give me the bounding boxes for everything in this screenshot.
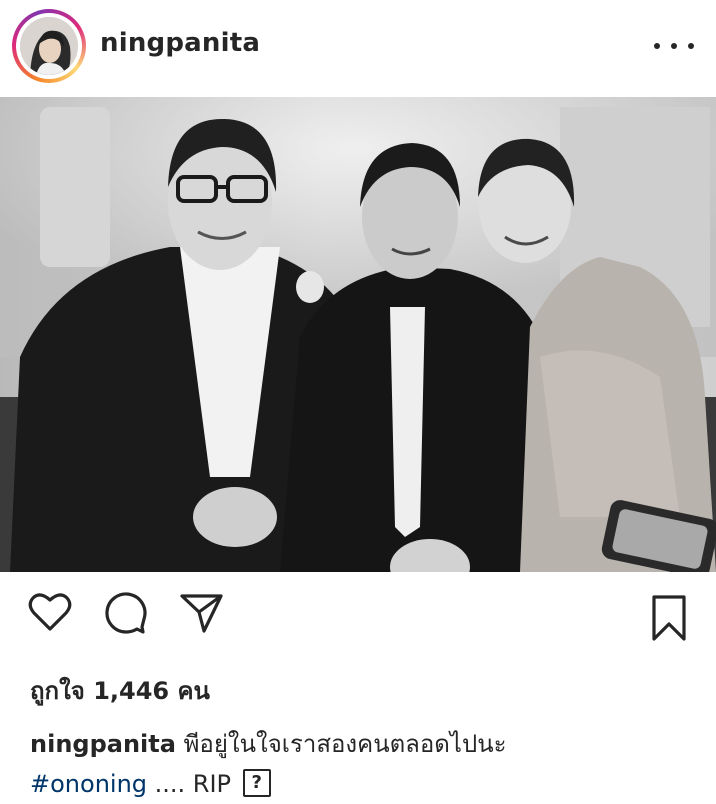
post-photo-image [0, 97, 716, 572]
more-horizontal-icon[interactable] [654, 36, 694, 56]
bookmark-icon[interactable] [651, 594, 687, 646]
caption-username[interactable]: ningpanita [30, 730, 176, 758]
post-caption: ningpanita พีอยู่ในใจเราสองคนตลอดไปนะ #o… [30, 724, 700, 804]
post-header: ningpanita [0, 0, 716, 97]
post-photo[interactable] [0, 97, 716, 572]
unknown-glyph-icon: ? [242, 769, 271, 797]
avatar[interactable] [12, 9, 86, 83]
heart-icon[interactable] [28, 592, 72, 636]
avatar-photo [20, 17, 78, 75]
caption-trailing: .... RIP [154, 770, 232, 798]
post-username[interactable]: ningpanita [100, 28, 260, 58]
comment-icon[interactable] [104, 591, 148, 639]
like-count[interactable]: ถูกใจ 1,446 คน [30, 671, 210, 710]
caption-hashtag[interactable]: #ononing [30, 770, 147, 798]
send-icon[interactable] [180, 592, 224, 638]
post-actions [0, 590, 716, 641]
caption-text: พีอยู่ในใจเราสองคนตลอดไปนะ [183, 730, 507, 758]
